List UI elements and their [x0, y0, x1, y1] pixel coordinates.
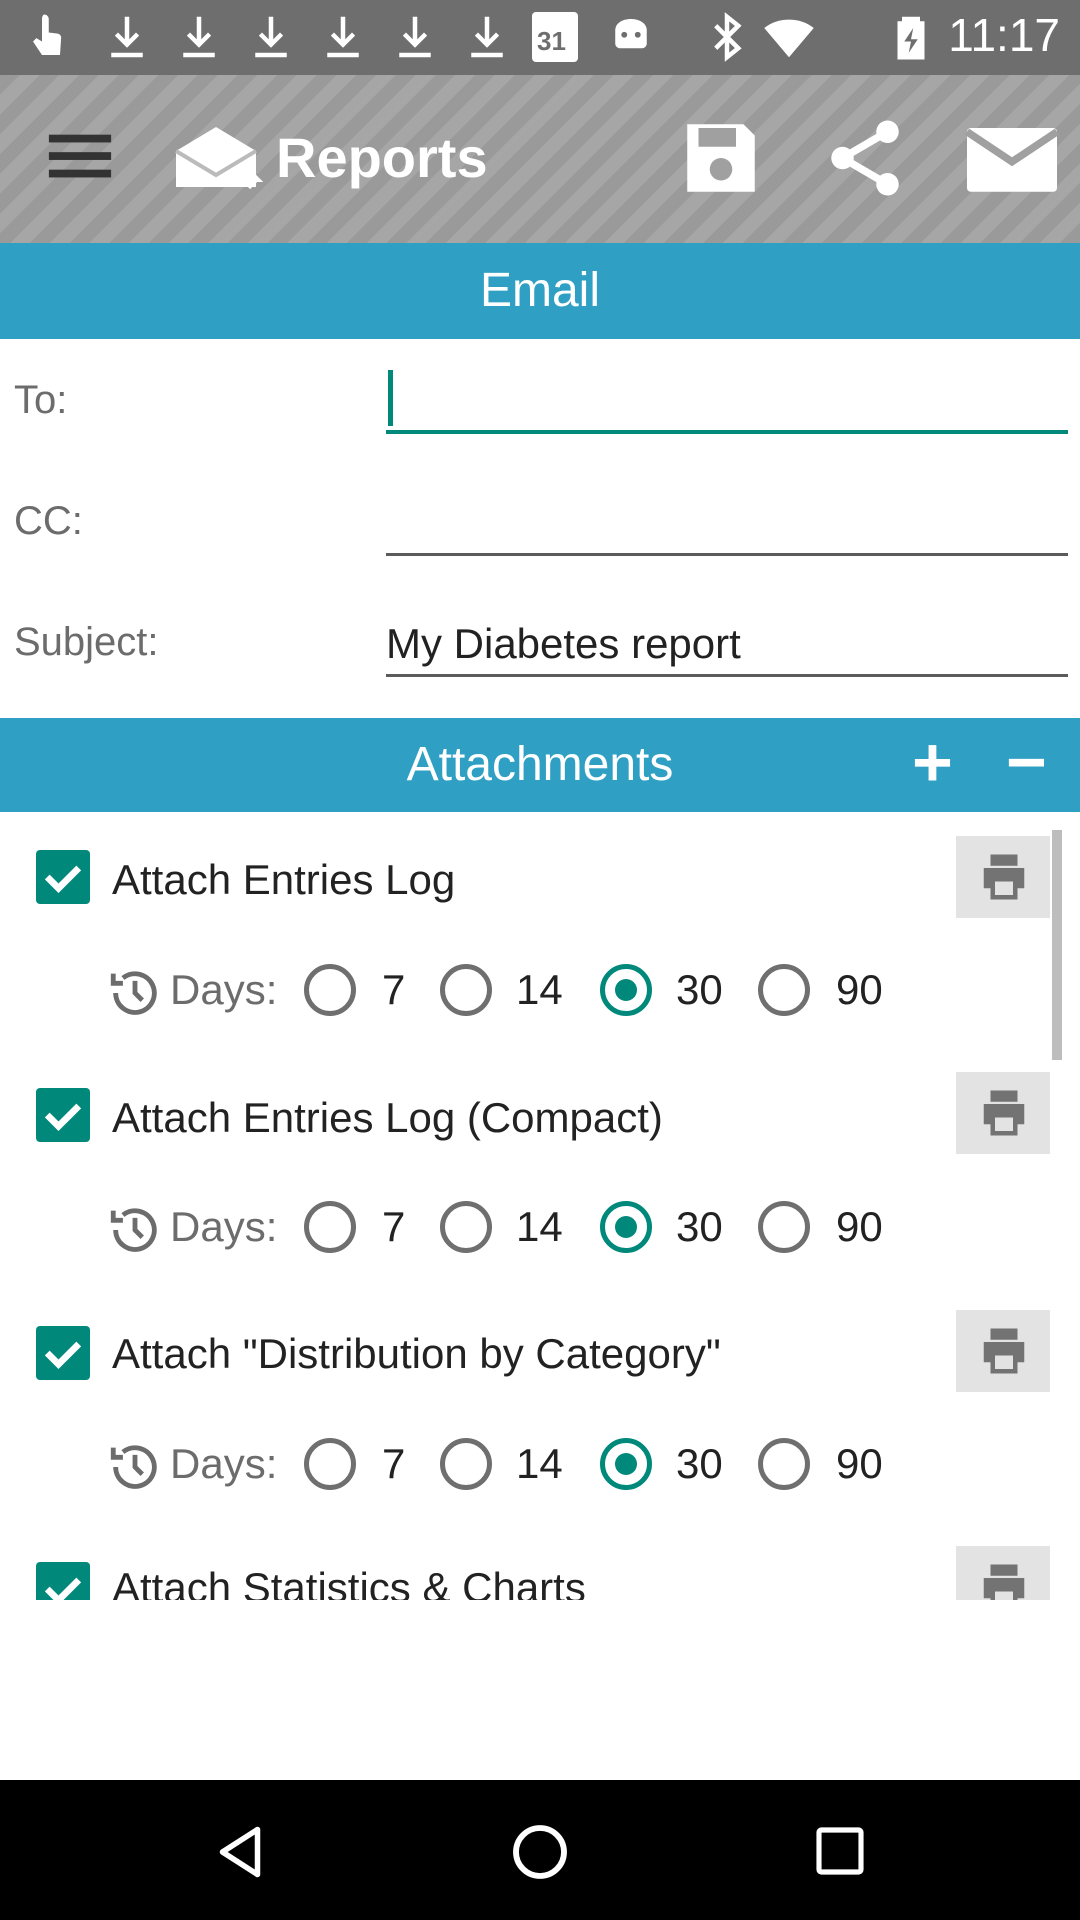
- email-section-header: Email: [0, 243, 1080, 339]
- radio-label: 7: [382, 966, 406, 1013]
- radio-30-selected[interactable]: [600, 1201, 652, 1253]
- download-icon: [471, 16, 503, 58]
- text-cursor: [388, 370, 393, 426]
- status-bar: 31 11:17: [0, 0, 1080, 75]
- radio-label: 90: [836, 1440, 883, 1487]
- remove-attachment-button[interactable]: −: [1006, 718, 1047, 806]
- cc-label: CC:: [14, 499, 83, 543]
- recents-icon[interactable]: [812, 1822, 868, 1880]
- touch-icon: [33, 14, 62, 55]
- battery-icon: [897, 16, 925, 60]
- radio-label: 14: [516, 1440, 563, 1487]
- radio-7[interactable]: [304, 964, 356, 1016]
- download-icon: [399, 16, 431, 58]
- radio-label: 7: [382, 1440, 406, 1487]
- radio-90[interactable]: [758, 964, 810, 1016]
- days-label: Days:: [170, 966, 278, 1013]
- navigation-bar: [0, 1780, 1080, 1920]
- print-button[interactable]: [956, 1546, 1050, 1600]
- history-icon: [110, 1445, 157, 1489]
- to-field[interactable]: [386, 370, 1068, 434]
- radio-label: 30: [676, 1440, 723, 1487]
- scrollbar[interactable]: [1052, 830, 1062, 1060]
- attachment-label: Attach Statistics & Charts: [112, 1564, 586, 1600]
- download-icon: [327, 16, 359, 58]
- page-title: Reports: [276, 126, 488, 189]
- download-icon: [255, 16, 287, 58]
- days-label: Days:: [170, 1440, 278, 1487]
- checkbox-checked[interactable]: [36, 1326, 90, 1380]
- app-toolbar: Reports: [0, 75, 1080, 243]
- attachments-section-header: Attachments + −: [0, 718, 1080, 812]
- radio-7[interactable]: [304, 1438, 356, 1490]
- radio-90[interactable]: [758, 1438, 810, 1490]
- print-icon: [983, 1564, 1025, 1600]
- radio-label: 14: [516, 1203, 563, 1250]
- radio-7[interactable]: [304, 1201, 356, 1253]
- radio-label: 14: [516, 966, 563, 1013]
- print-icon: [983, 854, 1025, 900]
- radio-30-selected[interactable]: [600, 964, 652, 1016]
- radio-14[interactable]: [440, 964, 492, 1016]
- checkbox-checked[interactable]: [36, 850, 90, 904]
- radio-30-selected[interactable]: [600, 1438, 652, 1490]
- checkbox-checked[interactable]: [36, 1088, 90, 1142]
- print-button[interactable]: [956, 1072, 1050, 1154]
- home-icon[interactable]: [508, 1820, 572, 1884]
- attachment-label: Attach Entries Log (Compact): [112, 1094, 663, 1141]
- add-attachment-button[interactable]: +: [912, 718, 953, 806]
- subject-label: Subject:: [14, 620, 159, 664]
- history-icon: [110, 1208, 157, 1252]
- save-icon[interactable]: [676, 113, 766, 203]
- attachment-label: Attach "Distribution by Category": [112, 1330, 721, 1377]
- wifi-icon: [764, 19, 814, 58]
- radio-90[interactable]: [758, 1201, 810, 1253]
- radio-label: 90: [836, 966, 883, 1013]
- share-icon[interactable]: [820, 113, 910, 203]
- print-icon: [983, 1328, 1025, 1374]
- attachment-label: Attach Entries Log: [112, 856, 456, 903]
- print-button[interactable]: [956, 836, 1050, 918]
- clock: 11:17: [948, 9, 1060, 61]
- cc-field[interactable]: [386, 493, 1068, 556]
- subject-value: My Diabetes report: [386, 620, 741, 667]
- calendar-icon: 31: [532, 12, 578, 62]
- download-icon: [111, 16, 143, 58]
- android-icon: [615, 19, 647, 49]
- history-icon: [110, 971, 157, 1015]
- download-icon: [183, 16, 215, 58]
- radio-14[interactable]: [440, 1438, 492, 1490]
- radio-label: 90: [836, 1203, 883, 1250]
- attachments-list[interactable]: Attach Entries Log Days: 7 14 30 90 Atta…: [0, 812, 1080, 1600]
- subject-field[interactable]: My Diabetes report: [386, 614, 1068, 677]
- menu-icon[interactable]: [40, 123, 120, 193]
- radio-label: 30: [676, 966, 723, 1013]
- email-section-title: Email: [479, 264, 601, 317]
- print-icon: [983, 1090, 1025, 1136]
- checkbox-checked[interactable]: [36, 1562, 90, 1600]
- days-label: Days:: [170, 1203, 278, 1250]
- to-label: To:: [14, 378, 68, 422]
- print-button[interactable]: [956, 1310, 1050, 1392]
- radio-label: 7: [382, 1203, 406, 1250]
- radio-label: 30: [676, 1203, 723, 1250]
- reports-icon: [174, 127, 264, 190]
- radio-14[interactable]: [440, 1201, 492, 1253]
- email-icon[interactable]: [962, 113, 1062, 203]
- bluetooth-icon: [714, 12, 742, 62]
- back-icon[interactable]: [210, 1820, 270, 1884]
